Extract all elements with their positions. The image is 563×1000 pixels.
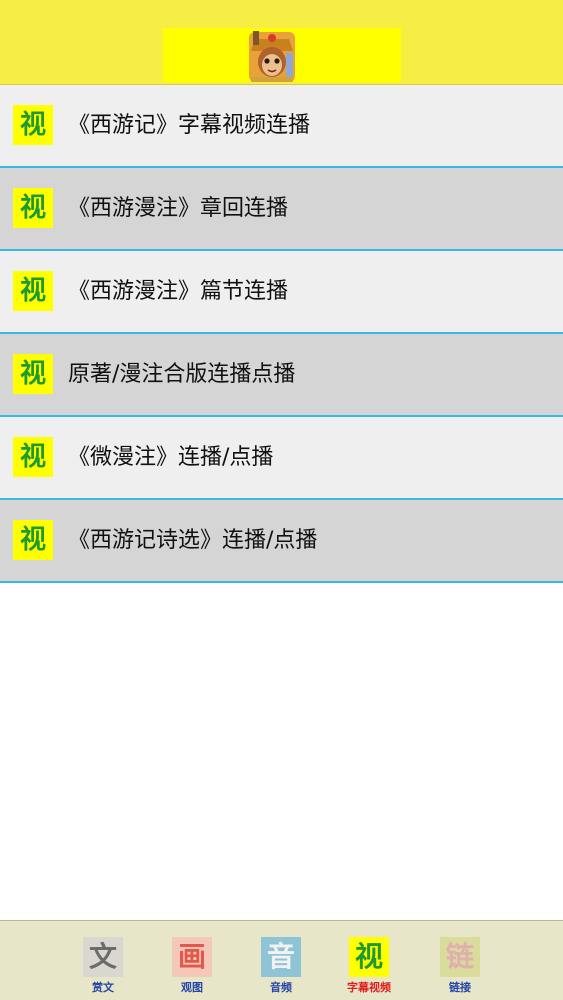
tab-view-pictures[interactable]: 画 观图 xyxy=(162,935,222,1000)
monkey-king-avatar-icon xyxy=(249,31,295,82)
video-menu-list: 视 《西游记》字幕视频连播 视 《西游漫注》章回连播 视 《西游漫注》篇节连播 … xyxy=(0,85,563,583)
tab-label: 观图 xyxy=(181,981,203,994)
menu-item-label: 原著/漫注合版连播点播 xyxy=(68,362,296,387)
menu-item-label: 《西游漫注》章回连播 xyxy=(68,196,289,221)
tab-label: 音频 xyxy=(270,981,292,994)
menu-item-label: 《西游记》字幕视频连播 xyxy=(68,113,311,138)
tab-links[interactable]: 链 链接 xyxy=(430,935,490,1000)
menu-item-xiyouji-poems[interactable]: 视 《西游记诗选》连播/点播 xyxy=(0,500,563,583)
tab-label: 字幕视频 xyxy=(347,981,391,994)
app-header xyxy=(0,0,563,85)
video-badge-icon: 视 xyxy=(13,354,53,394)
audio-icon: 音 xyxy=(261,937,301,977)
menu-item-xiyou-manzhu-sections[interactable]: 视 《西游漫注》篇节连播 xyxy=(0,251,563,334)
tab-label: 赏文 xyxy=(92,981,114,994)
menu-item-label: 《微漫注》连播/点播 xyxy=(68,445,274,470)
video-badge-icon: 视 xyxy=(13,105,53,145)
video-icon: 视 xyxy=(349,937,389,977)
video-badge-icon: 视 xyxy=(13,271,53,311)
picture-icon: 画 xyxy=(172,937,212,977)
menu-item-combined-edition[interactable]: 视 原著/漫注合版连播点播 xyxy=(0,334,563,417)
text-icon: 文 xyxy=(83,937,123,977)
menu-item-xiyouji-subtitle-video[interactable]: 视 《西游记》字幕视频连播 xyxy=(0,85,563,168)
menu-item-label: 《西游记诗选》连播/点播 xyxy=(68,528,318,553)
app-screen: 视 《西游记》字幕视频连播 视 《西游漫注》章回连播 视 《西游漫注》篇节连播 … xyxy=(0,0,563,1000)
video-badge-icon: 视 xyxy=(13,520,53,560)
menu-item-xiyou-manzhu-chapters[interactable]: 视 《西游漫注》章回连播 xyxy=(0,168,563,251)
tab-appreciate-text[interactable]: 文 赏文 xyxy=(73,935,133,1000)
video-badge-icon: 视 xyxy=(13,437,53,477)
bottom-tab-bar: 文 赏文 画 观图 音 音频 视 字幕视频 链 链接 xyxy=(0,920,563,1000)
link-icon: 链 xyxy=(440,937,480,977)
tab-label: 链接 xyxy=(449,981,471,994)
menu-item-label: 《西游漫注》篇节连播 xyxy=(68,279,289,304)
video-badge-icon: 视 xyxy=(13,188,53,228)
menu-item-micro-manzhu[interactable]: 视 《微漫注》连播/点播 xyxy=(0,417,563,500)
tab-audio[interactable]: 音 音频 xyxy=(251,935,311,1000)
tab-subtitle-video[interactable]: 视 字幕视频 xyxy=(339,935,399,1000)
